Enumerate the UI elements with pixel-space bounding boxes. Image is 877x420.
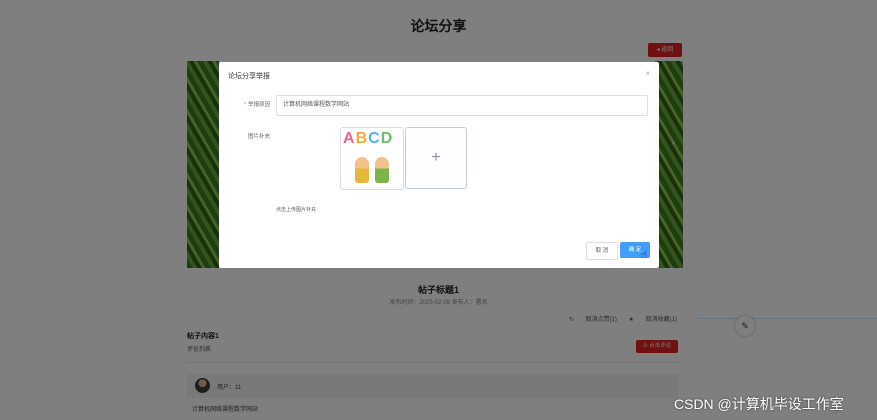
thumb-figure [355, 157, 369, 183]
hand-cursor-icon: ☝ [641, 250, 648, 261]
upload-hint: 点击上传图片补充 [276, 207, 317, 213]
reason-label-text: 举报原因 [248, 102, 271, 108]
upload-plus-icon[interactable]: + [405, 127, 467, 189]
thumb-figure [375, 157, 389, 183]
thumb-letter-d: D [380, 130, 394, 147]
reason-textarea[interactable]: 计算机网络课程数学网站 [276, 95, 648, 116]
report-dialog: 论坛分享举报 × * 举报原因 计算机网络课程数学网站 图片补充 ABCD + 点… [219, 62, 659, 268]
uploaded-image-thumbnail[interactable]: ABCD [340, 127, 404, 190]
thumb-letter-a: A [343, 130, 356, 147]
image-label: 图片补充 [248, 134, 271, 140]
dialog-title: 论坛分享举报 [228, 73, 270, 80]
thumb-letter-b: B [355, 130, 369, 147]
close-icon[interactable]: × [645, 69, 650, 78]
watermark: CSDN @计算机毕设工作室 [674, 396, 844, 412]
cancel-button[interactable]: 取 消 [586, 242, 618, 260]
thumb-letter-c: C [368, 130, 381, 147]
thumbnail-letters: ABCD [343, 130, 393, 148]
reason-label: * 举报原因 [244, 102, 271, 108]
